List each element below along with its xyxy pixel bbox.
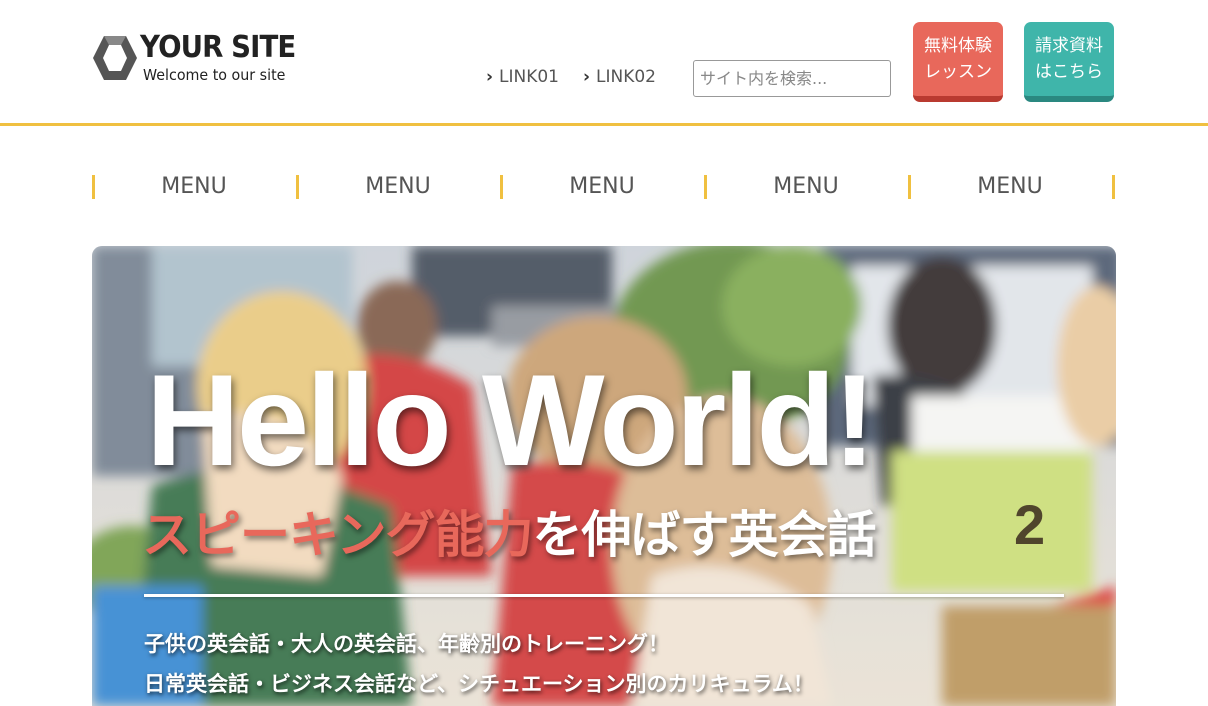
- header-link-01[interactable]: › LINK01: [486, 67, 559, 87]
- menu-item-5[interactable]: MENU: [908, 170, 1112, 202]
- free-trial-lesson-label: 無料体験 レッスン: [924, 36, 992, 82]
- hero-divider: [144, 594, 1064, 597]
- menu-item-1[interactable]: MENU: [92, 170, 296, 202]
- global-nav: MENU MENU MENU MENU MENU: [92, 170, 1115, 202]
- hexagon-logo-icon: [93, 36, 137, 80]
- menu-divider: [1112, 175, 1115, 199]
- site-logo[interactable]: YOUR SITE Welcome to our site: [92, 30, 296, 88]
- hero-subtitle-rest: を伸ばす英会話: [532, 506, 877, 564]
- chevron-right-icon: ›: [583, 67, 591, 87]
- hero-feature-line-1: 子供の英会話・大人の英会話、年齢別のトレーニング！: [144, 632, 669, 656]
- free-trial-lesson-button[interactable]: 無料体験 レッスン: [913, 22, 1003, 102]
- site-header: YOUR SITE Welcome to our site › LINK01 ›…: [0, 0, 1208, 124]
- hero-subtitle: スピーキング能力を伸ばす英会話: [142, 500, 877, 570]
- site-search-input[interactable]: [693, 60, 891, 97]
- hero-banner: 2 Hello World! スピーキング能力を伸ばす英会話 子供の英会話・大人…: [92, 246, 1116, 706]
- header-link-02[interactable]: › LINK02: [583, 67, 656, 87]
- menu-item-3[interactable]: MENU: [500, 170, 704, 202]
- header-link-label: LINK01: [499, 67, 559, 87]
- logo-tagline: Welcome to our site: [143, 66, 286, 84]
- menu-item-4[interactable]: MENU: [704, 170, 908, 202]
- svg-text:2: 2: [1014, 493, 1045, 556]
- request-materials-label: 請求資料 はこちら: [1035, 36, 1103, 82]
- hero-subtitle-accent: スピーキング能力: [142, 506, 533, 564]
- chevron-right-icon: ›: [486, 67, 494, 87]
- header-divider: [0, 123, 1208, 126]
- menu-item-2[interactable]: MENU: [296, 170, 500, 202]
- logo-title: YOUR SITE: [140, 30, 296, 65]
- hero-feature-line-2: 日常英会話・ビジネス会話など、シチュエーション別のカリキュラム！: [144, 672, 814, 696]
- header-link-label: LINK02: [596, 67, 656, 87]
- request-materials-button[interactable]: 請求資料 はこちら: [1024, 22, 1114, 102]
- hero-title: Hello World!: [146, 347, 876, 493]
